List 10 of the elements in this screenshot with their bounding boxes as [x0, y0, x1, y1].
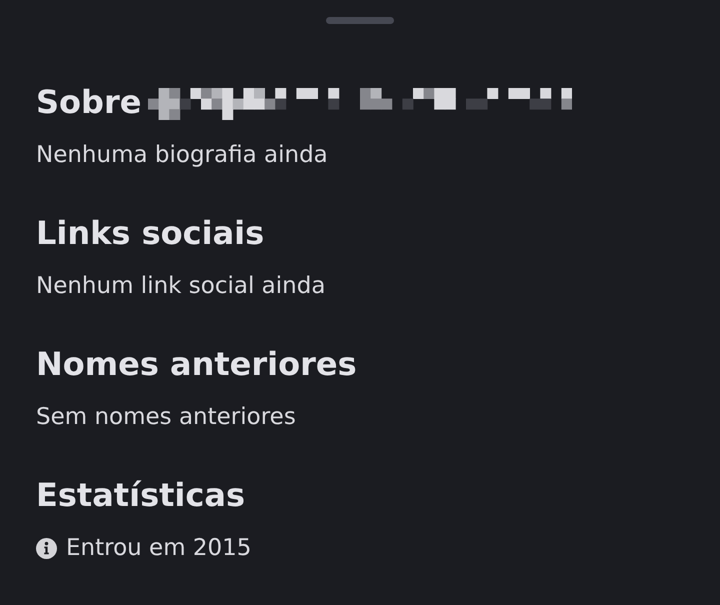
section-heading: Links sociais — [36, 213, 264, 253]
info-icon — [36, 538, 57, 558]
section-text: Nenhum link social ainda — [36, 272, 326, 301]
section-text: Nenhuma biografia ainda — [36, 141, 328, 170]
section-heading: Estatísticas — [36, 475, 245, 515]
joined-date-text: Entrou em 2015 — [66, 534, 252, 563]
section-heading: Sobre — [36, 82, 142, 122]
section-text: Sem nomes anteriores — [36, 403, 296, 432]
section-heading: Nomes anteriores — [36, 344, 357, 384]
drag-handle[interactable] — [326, 17, 394, 24]
